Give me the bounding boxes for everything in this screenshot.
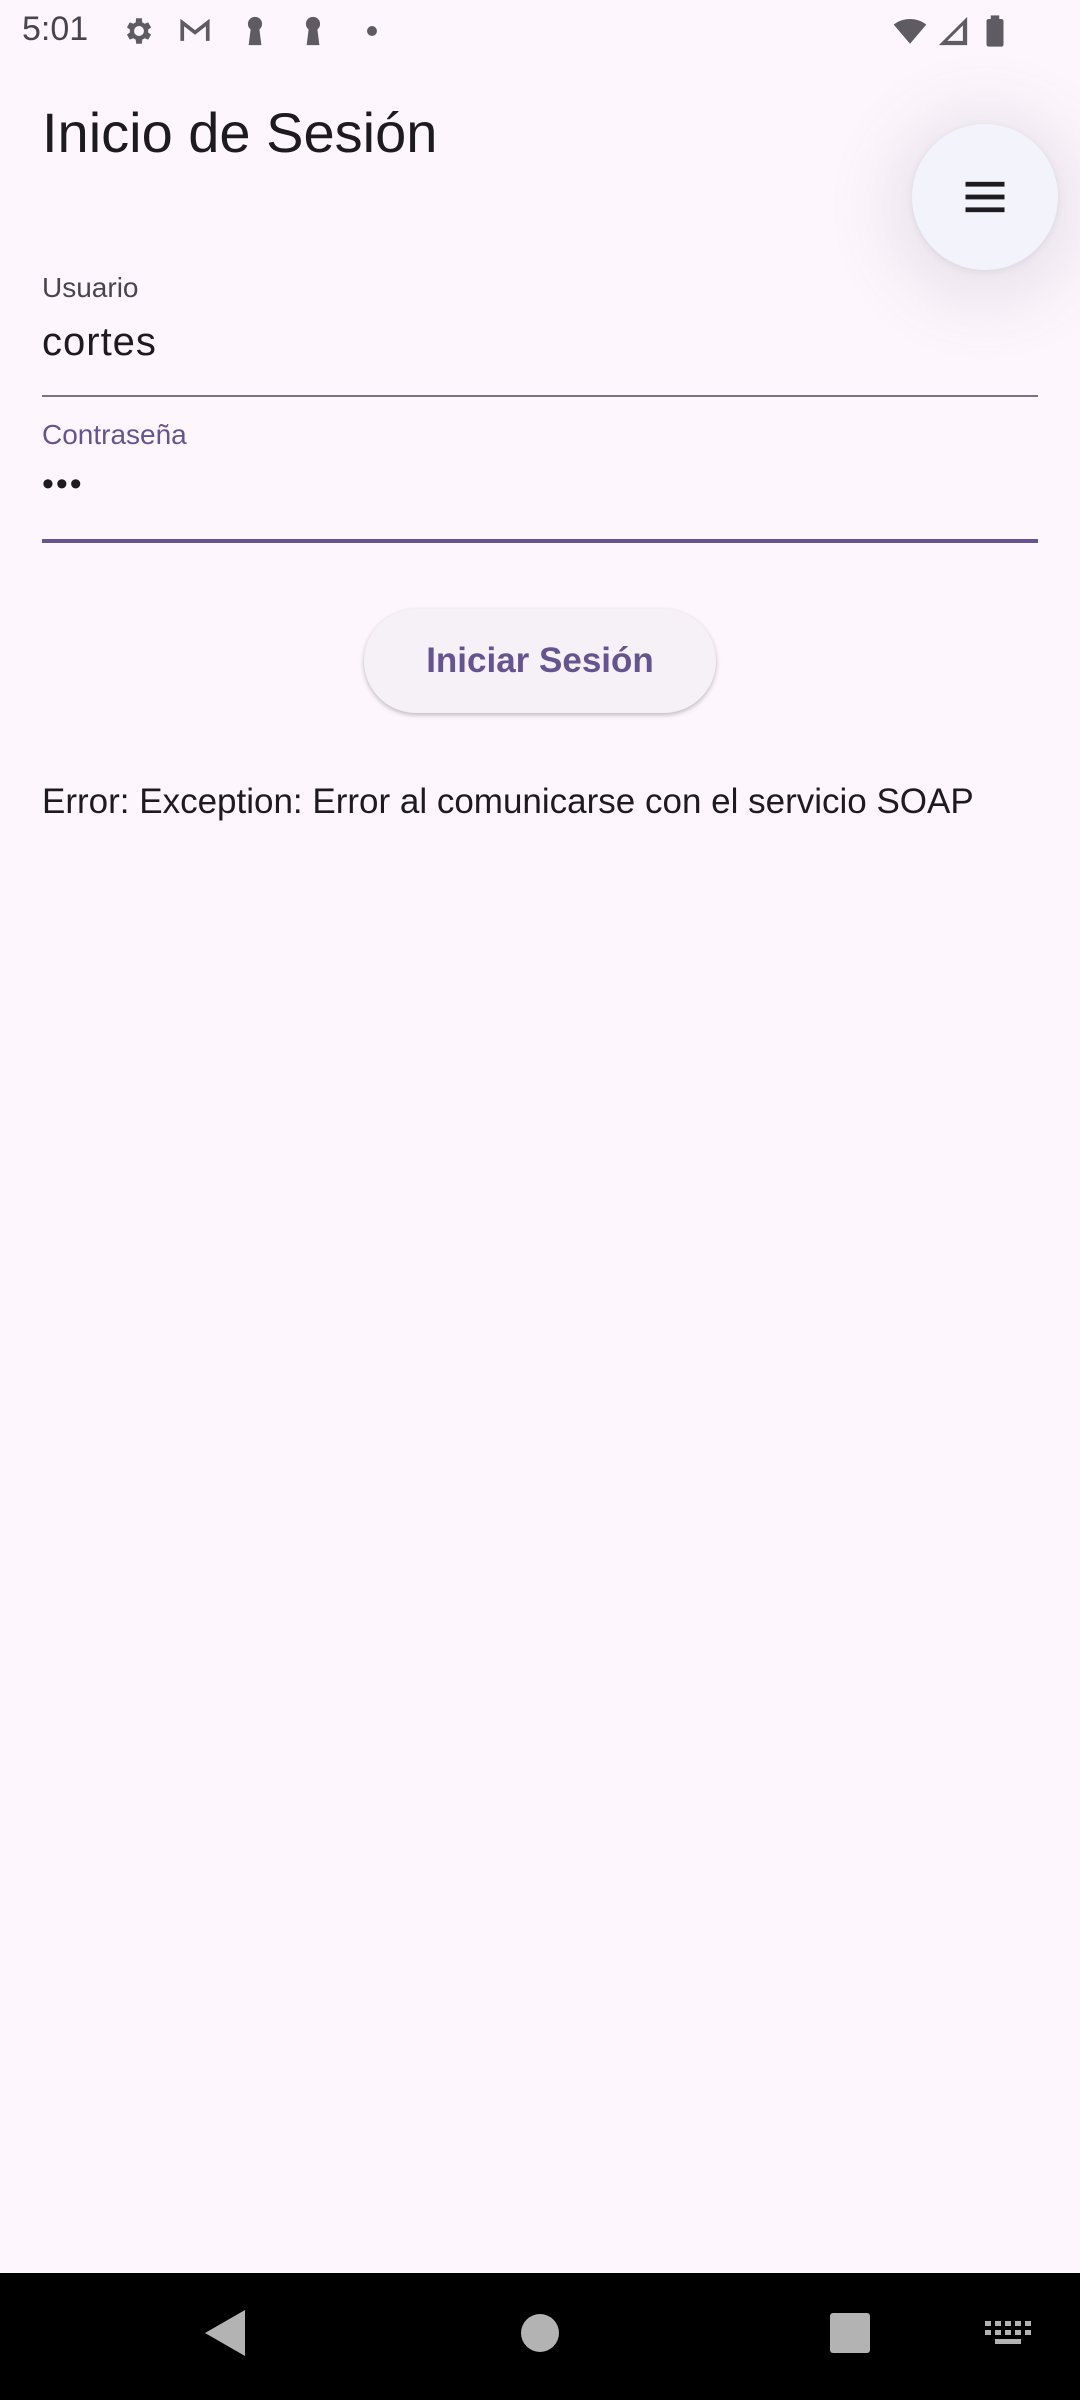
page-title: Inicio de Sesión: [42, 101, 438, 164]
keyhole-icon: [296, 14, 330, 48]
gear-icon: [122, 14, 156, 48]
error-message: Error: Exception: Error al comunicarse c…: [42, 782, 974, 821]
password-field[interactable]: Contraseña •••: [42, 417, 1038, 547]
username-field[interactable]: Usuario cortes: [42, 270, 1038, 400]
hamburger-menu-icon: [965, 181, 1005, 213]
gmail-icon: [178, 14, 212, 48]
signal-icon: [936, 14, 970, 48]
menu-button[interactable]: [912, 124, 1058, 270]
username-underline: [42, 395, 1038, 397]
home-icon[interactable]: [510, 2303, 570, 2363]
navigation-bar: [0, 2273, 1080, 2400]
password-underline: [42, 539, 1038, 543]
status-time: 5:01: [22, 10, 89, 48]
password-value: •••: [42, 465, 84, 503]
battery-icon: [980, 14, 1010, 48]
username-value: cortes: [42, 320, 157, 364]
username-label: Usuario: [42, 272, 139, 303]
dot-icon: [355, 14, 389, 48]
keyhole-icon: [238, 14, 272, 48]
recents-icon[interactable]: [820, 2303, 880, 2363]
keyboard-icon[interactable]: [980, 2311, 1036, 2355]
password-label: Contraseña: [42, 419, 187, 450]
status-bar: 5:01: [0, 0, 1080, 63]
back-icon[interactable]: [195, 2303, 255, 2363]
login-button[interactable]: Iniciar Sesión: [364, 609, 716, 713]
wifi-icon: [890, 14, 930, 48]
